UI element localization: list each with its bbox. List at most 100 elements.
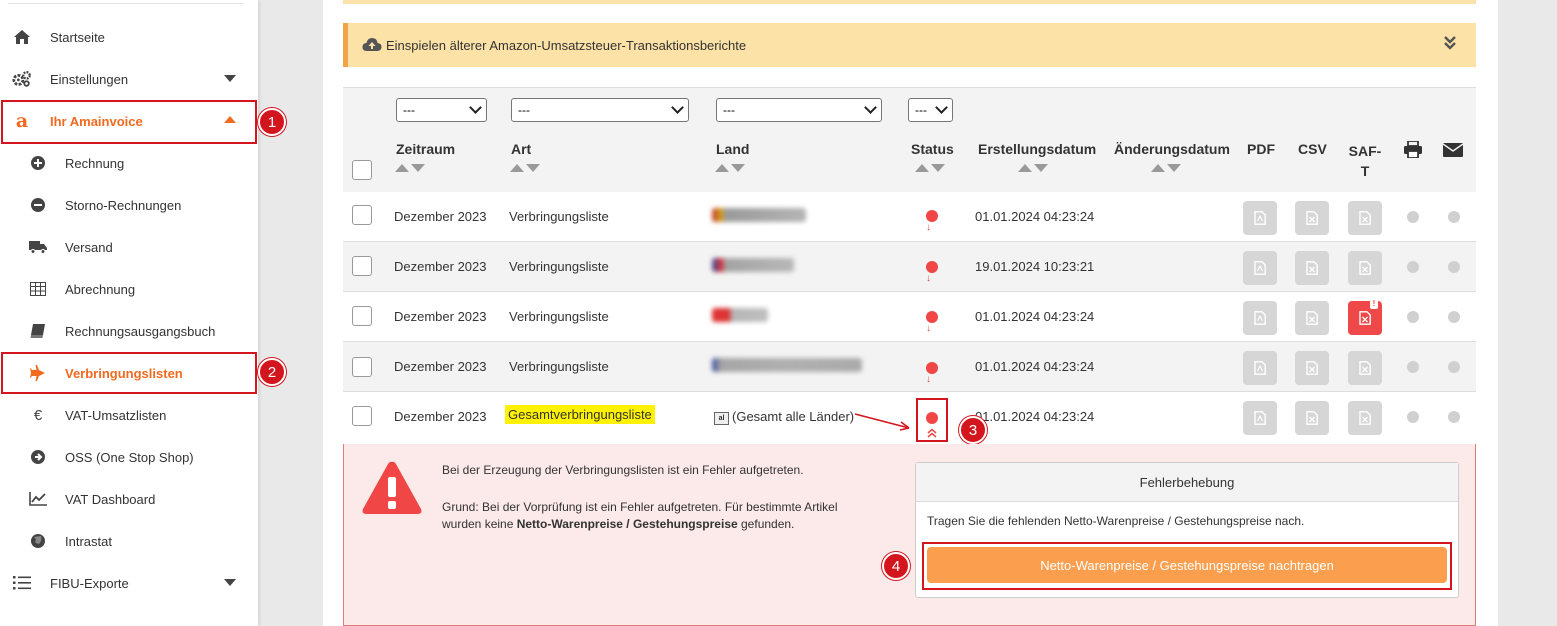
row-checkbox[interactable]: [352, 406, 372, 426]
error-text: gefunden.: [737, 517, 795, 531]
sidebar-item-storno-rechnungen[interactable]: Storno-Rechnungen: [0, 184, 258, 226]
filter-zeitraum-select[interactable]: ---: [396, 98, 487, 122]
cell-zeitraum: Dezember 2023: [394, 259, 487, 274]
csv-download-button[interactable]: [1295, 201, 1329, 235]
cell-erstellungsdatum: 01.01.2024 04:23:24: [975, 209, 1095, 224]
pdf-download-button[interactable]: [1243, 251, 1277, 285]
saft-download-button[interactable]: [1348, 201, 1382, 235]
exclamation-badge-icon: !: [1370, 299, 1378, 309]
column-header-erstellungsdatum[interactable]: Erstellungsdatum: [978, 141, 1096, 157]
filter-status-select[interactable]: ---: [908, 98, 953, 122]
sidebar-item-label: OSS (One Stop Shop): [65, 449, 194, 465]
filter-art-select[interactable]: ---: [511, 98, 689, 122]
status-error-dot: [926, 261, 938, 273]
cell-art: Verbringungsliste: [509, 209, 609, 224]
chevron-double-down-icon[interactable]: ↓: [926, 274, 931, 284]
chevron-down-icon: [469, 101, 482, 114]
sidebar-item-einstellungen[interactable]: Einstellungen: [0, 58, 258, 100]
chevron-double-down-icon[interactable]: [1444, 36, 1456, 50]
minus-circle-icon: [28, 195, 48, 215]
panel-title: Einspielen älterer Amazon-Umsatzsteuer-T…: [386, 37, 747, 53]
print-icon[interactable]: [1404, 141, 1422, 158]
column-header-land[interactable]: Land: [716, 141, 749, 157]
saft-download-button[interactable]: [1348, 351, 1382, 385]
pdf-download-button[interactable]: [1243, 201, 1277, 235]
mail-status-dot: [1448, 261, 1460, 273]
csv-download-button[interactable]: [1295, 351, 1329, 385]
column-header-csv: CSV: [1298, 141, 1327, 157]
sidebar-item-abrechnung[interactable]: Abrechnung: [0, 268, 258, 310]
error-details: Bei der Erzeugung der Verbringungslisten…: [343, 444, 1476, 626]
error-text-bold: Netto-Warenpreise / Gestehungspreise: [516, 517, 738, 531]
fix-panel: Fehlerbehebung Tragen Sie die fehlenden …: [915, 462, 1459, 598]
sort-icon[interactable]: [915, 164, 945, 172]
file-excel-icon: [1306, 411, 1318, 425]
print-status-dot: [1407, 361, 1419, 373]
envelope-icon[interactable]: [1443, 143, 1463, 157]
book-icon: [28, 321, 48, 341]
csv-download-button[interactable]: [1295, 301, 1329, 335]
collapsible-panel[interactable]: Einspielen älterer Amazon-Umsatzsteuer-T…: [343, 23, 1476, 67]
sidebar-item-versand[interactable]: Versand: [0, 226, 258, 268]
print-status-dot: [1407, 261, 1419, 273]
list-icon: [12, 573, 32, 593]
sidebar-item-label: Verbringungslisten: [65, 365, 183, 381]
column-header-status[interactable]: Status: [911, 141, 954, 157]
sidebar-divider: [8, 3, 244, 4]
saft-download-button-error[interactable]: !: [1348, 299, 1382, 335]
sidebar-item-verbringungslisten[interactable]: Verbringungslisten: [0, 352, 258, 394]
sort-icon[interactable]: [510, 164, 540, 172]
sidebar-item-rechnungsausgangsbuch[interactable]: Rechnungsausgangsbuch: [0, 310, 258, 352]
column-header-art[interactable]: Art: [511, 141, 531, 157]
filter-land-select[interactable]: ---: [716, 98, 882, 122]
sidebar-item-vat-umsatzlisten[interactable]: € VAT-Umsatzlisten: [0, 394, 258, 436]
row-checkbox[interactable]: [352, 205, 372, 225]
sidebar-item-oss[interactable]: OSS (One Stop Shop): [0, 436, 258, 478]
column-header-aenderungsdatum[interactable]: Änderungsdatum: [1114, 141, 1230, 157]
sort-icon[interactable]: [395, 164, 425, 172]
redacted-country: [712, 308, 768, 322]
row-checkbox[interactable]: [352, 357, 372, 377]
sidebar-item-vat-dashboard[interactable]: VAT Dashboard: [0, 478, 258, 520]
pdf-download-button[interactable]: [1243, 401, 1277, 435]
saft-download-button[interactable]: [1348, 401, 1382, 435]
sidebar-item-ihr-amainvoice[interactable]: a Ihr Amainvoice: [0, 100, 258, 142]
chevron-double-down-icon[interactable]: ↓: [926, 324, 931, 334]
file-pdf-icon: [1254, 311, 1266, 325]
saft-download-button[interactable]: [1348, 251, 1382, 285]
print-status-dot: [1407, 211, 1419, 223]
sidebar-item-startseite[interactable]: Startseite: [0, 16, 258, 58]
sidebar-item-label: Rechnungsausgangsbuch: [65, 323, 216, 339]
pdf-download-button[interactable]: [1243, 301, 1277, 335]
redacted-country: [712, 208, 806, 222]
sidebar-item-intrastat[interactable]: Intrastat: [0, 520, 258, 562]
pdf-download-button[interactable]: [1243, 351, 1277, 385]
column-header-zeitraum[interactable]: Zeitraum: [396, 141, 455, 157]
file-excel-icon: [1306, 211, 1318, 225]
cell-art: Verbringungsliste: [509, 359, 609, 374]
chevron-down-icon: [935, 101, 948, 114]
chevron-double-down-icon[interactable]: ↓: [926, 223, 931, 233]
sort-icon[interactable]: [1018, 164, 1048, 172]
home-icon: [12, 27, 32, 47]
row-checkbox[interactable]: [352, 306, 372, 326]
add-prices-button[interactable]: Netto-Warenpreise / Gestehungspreise nac…: [927, 547, 1447, 583]
chevron-double-up-icon[interactable]: [926, 426, 938, 438]
cell-zeitraum: Dezember 2023: [394, 359, 487, 374]
csv-download-button[interactable]: [1295, 251, 1329, 285]
table-row: Dezember 2023 Verbringungsliste ↓ 19.01.…: [343, 242, 1476, 292]
sidebar-item-label: Rechnung: [65, 155, 125, 171]
sort-icon[interactable]: [715, 164, 745, 172]
sidebar-item-fibu-exporte[interactable]: FIBU-Exporte: [0, 562, 258, 604]
chevron-double-down-icon[interactable]: ↓: [926, 375, 931, 385]
file-excel-icon: [1359, 361, 1371, 375]
file-excel-icon: [1359, 211, 1371, 225]
csv-download-button[interactable]: [1295, 401, 1329, 435]
select-value: ---: [403, 103, 415, 117]
sort-icon[interactable]: [1151, 164, 1181, 172]
select-all-checkbox[interactable]: [352, 160, 372, 180]
file-pdf-icon: [1254, 211, 1266, 225]
row-checkbox[interactable]: [352, 256, 372, 276]
sidebar-item-rechnung[interactable]: Rechnung: [0, 142, 258, 184]
select-value: ---: [723, 103, 735, 117]
